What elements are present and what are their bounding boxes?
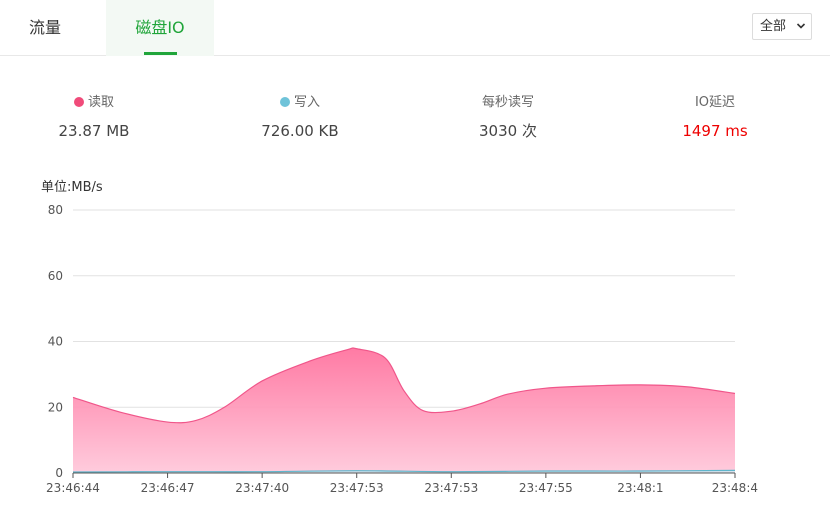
y-tick-label: 20 [48,400,63,414]
stat-ops-value: 3030 次 [479,122,537,140]
stat-ops: 每秒读写 3030 次 [433,94,583,140]
read-legend-dot [73,97,84,107]
disk-io-chart: 0 20 40 60 80 23:46:44 23:46:47 23:47:40 23:47:5… [46,203,758,495]
stat-ops-label: 每秒读写 [481,95,534,110]
read-series-area [73,347,735,473]
stat-latency: IO延迟 1497 ms [640,94,790,140]
scope-select-value: 全部 [760,19,787,34]
scope-select[interactable]: 全部 [752,13,812,40]
x-tick-label: 23:48:1 [617,481,663,495]
x-tick-label: 23:47:55 [519,481,573,495]
x-tick-label: 23:46:44 [46,481,100,495]
y-tick-label: 80 [48,203,63,217]
x-tick-label: 23:46:47 [141,481,195,495]
stat-write: 写入 726.00 KB [225,94,375,140]
active-tab-indicator [144,52,177,55]
stat-read: 读取 23.87 MB [19,94,169,140]
stat-latency-label: IO延迟 [694,95,736,110]
chevron-down-icon [796,23,806,29]
stat-write-value: 726.00 KB [261,122,339,140]
y-tick-label: 0 [55,466,63,480]
x-tick-label: 23:47:40 [235,481,289,495]
tab-traffic[interactable]: 流量 [0,0,90,56]
stat-write-label: 写入 [293,95,320,110]
y-tick-label: 60 [48,269,63,283]
x-tick-label: 23:47:53 [330,481,384,495]
stat-read-value: 23.87 MB [58,122,130,140]
x-tick-label: 23:48:4 [712,481,758,495]
tab-disk-io[interactable]: 磁盘IO [106,0,214,56]
tab-bar: 流量 磁盘IO 全部 [0,0,830,56]
y-tick-label: 40 [48,335,63,349]
x-tick-label: 23:47:53 [424,481,478,495]
stat-read-label: 读取 [87,95,114,110]
write-legend-dot [279,97,290,107]
stat-latency-value: 1497 ms [682,122,748,140]
